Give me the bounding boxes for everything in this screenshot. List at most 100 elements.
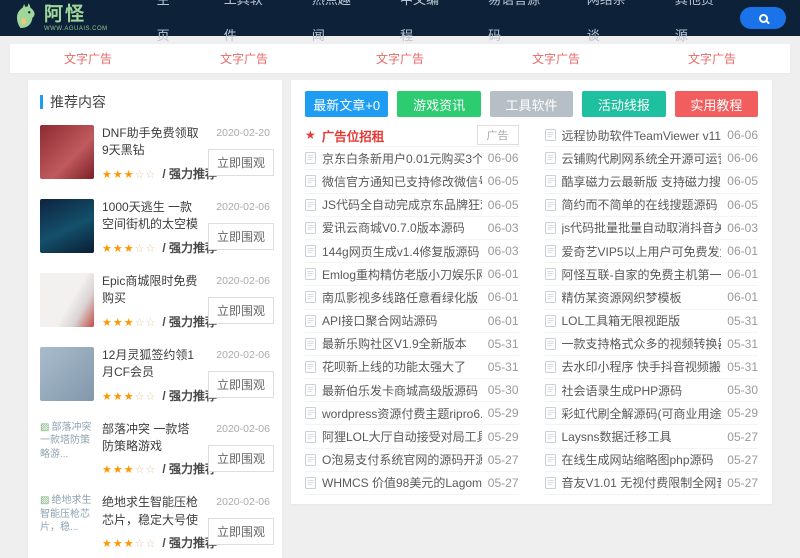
article-title[interactable]: 音友V1.01 无视付费限制全网音乐无损免费... — [562, 474, 722, 491]
item-title[interactable]: 部落冲突 一款塔防策略游戏 — [102, 421, 200, 456]
article-title[interactable]: 社会语录生成PHP源码 — [562, 382, 722, 399]
nav-menu-item[interactable]: 主页 — [134, 0, 201, 54]
article-title[interactable]: wordpress资源付费主题ripro6.7含美化包... — [322, 405, 482, 422]
article-title[interactable]: 彩虹代刷全解源码(可商业用途 防黑) — [562, 405, 722, 422]
nav-menu-item[interactable]: 其他资源 — [652, 0, 740, 54]
article-title[interactable]: 酷享磁力云最新版 支持磁力搜索下载和一... — [562, 173, 722, 190]
recommended-item[interactable]: 部落冲突 一款塔防策略游戏 ★★★☆☆ / 强力推荐 2020-02-06 立即… — [40, 412, 275, 486]
recommended-item[interactable]: 12月灵狐签约领1月CF会员 ★★★☆☆ / 强力推荐 2020-02-06 立… — [40, 338, 275, 412]
article-title[interactable]: 阿怪互联-自家的免费主机第一批正式开启 — [562, 266, 722, 283]
article-row[interactable]: JS代码全自动完成京东品牌狂欢城活动任务 06-05 — [305, 194, 519, 217]
item-title[interactable]: 1000天逃生 一款空间街机的太空模拟经营游戏 — [102, 199, 200, 234]
item-title[interactable]: DNF助手免费领取9天黑钻 — [102, 125, 200, 160]
article-row[interactable]: 一款支持格式众多的视频转换器 05-31 — [544, 333, 758, 356]
text-ad-link[interactable]: 文字广告 — [532, 50, 580, 67]
article-row[interactable]: 微信官方通知已支持修改微信号 06-05 — [305, 170, 519, 194]
article-title[interactable]: 云铺购代刷网系统全开源可运营程序搭建 — [562, 150, 722, 167]
category-button[interactable]: 工具软件 — [489, 91, 574, 117]
article-row[interactable]: O泡易支付系统官网的源码开源 05-27 — [305, 449, 519, 472]
text-ad-link[interactable]: 文字广告 — [64, 50, 112, 67]
ad-slot-label[interactable]: 广告位招租 — [322, 126, 471, 145]
article-row[interactable]: 最新伯乐发卡商城高级版源码 无后门 05-30 — [305, 379, 519, 403]
recommended-item[interactable]: 绝地求生智能压枪芯片，稳定大号使用，永久免费 ★★★☆☆ / 强力推荐 2020… — [40, 485, 275, 558]
article-title[interactable]: js代码批量批量自动取消抖音关注 — [562, 219, 722, 236]
article-row[interactable]: 爱奇艺VIP5以上用户可免费发爱奇艺VIP红包 06-01 — [544, 240, 758, 264]
article-row[interactable]: WHMCS 价值98美元的Lagom模板开源 05-27 — [305, 472, 519, 495]
category-button[interactable]: 最新文章+0 — [305, 91, 389, 117]
category-button[interactable]: 游戏资讯 — [397, 91, 481, 117]
article-title[interactable]: 144g网页生成v1.4修复版源码 — [322, 243, 482, 260]
item-title[interactable]: Epic商城限时免费购买《SUPERHOT》游戏 — [102, 273, 200, 308]
article-row[interactable]: 云铺购代刷网系统全开源可运营程序搭建 06-06 — [544, 147, 758, 171]
item-title[interactable]: 12月灵狐签约领1月CF会员 — [102, 347, 200, 382]
article-row[interactable]: 花呗新上线的功能太强大了 05-31 — [305, 356, 519, 380]
article-title[interactable]: 阿狸LOL大厅自动接受对局工具 — [322, 428, 482, 445]
article-title[interactable]: API接口聚合网站源码 — [322, 312, 482, 329]
article-row[interactable]: 在线生成网站缩略图php源码 05-27 — [544, 449, 758, 472]
article-row[interactable]: 爱讯云商城V0.7.0版本源码 06-03 — [305, 217, 519, 240]
category-button[interactable]: 实用教程 — [674, 91, 759, 117]
article-row[interactable]: 音友V1.01 无视付费限制全网音乐无损免费... 05-27 — [544, 472, 758, 495]
search-button[interactable] — [740, 7, 786, 29]
nav-menu-item[interactable]: 工具软件 — [201, 0, 289, 54]
recommended-item[interactable]: 1000天逃生 一款空间街机的太空模拟经营游戏 ★★★☆☆ / 强力推荐 202… — [40, 190, 275, 264]
article-row[interactable]: 简约而不简单的在线搜题源码 06-05 — [544, 194, 758, 217]
article-title[interactable]: 爱奇艺VIP5以上用户可免费发爱奇艺VIP红包 — [562, 243, 722, 260]
article-title[interactable]: 远程协助软件TeamViewer v11 单文件版 — [562, 127, 722, 144]
category-button[interactable]: 活动线报 — [582, 91, 666, 117]
article-row[interactable]: 酷享磁力云最新版 支持磁力搜索下载和一... 06-05 — [544, 170, 758, 194]
view-now-button[interactable]: 立即围观 — [208, 444, 275, 472]
article-title[interactable]: 微信官方通知已支持修改微信号 — [322, 173, 482, 190]
article-title[interactable]: Laysns数据迁移工具 — [562, 428, 722, 445]
item-title[interactable]: 绝地求生智能压枪芯片，稳定大号使用，永久免费 — [102, 494, 200, 529]
article-title[interactable]: 最新伯乐发卡商城高级版源码 无后门 — [322, 382, 482, 399]
nav-menu-item[interactable]: 网络杂谈 — [564, 0, 652, 54]
view-now-button[interactable]: 立即围观 — [208, 370, 275, 398]
article-row[interactable]: 阿怪互联-自家的免费主机第一批正式开启 06-01 — [544, 263, 758, 287]
text-ad-link[interactable]: 文字广告 — [688, 50, 736, 67]
nav-menu-item[interactable]: 易语言源码 — [465, 0, 564, 54]
article-title[interactable]: 精仿某资源网织梦模板 — [562, 289, 722, 306]
nav-menu-item[interactable]: 中文编程 — [377, 0, 465, 54]
article-row[interactable]: 京东白条新用户0.01元购买3个月爱奇艺黄... 06-06 — [305, 147, 519, 171]
article-row[interactable]: LOL工具箱无限视距版 05-31 — [544, 310, 758, 333]
article-title[interactable]: 简约而不简单的在线搜题源码 — [562, 196, 722, 213]
article-title[interactable]: 在线生成网站缩略图php源码 — [562, 451, 722, 468]
article-title[interactable]: 最新乐购社区V1.9全新版本 — [322, 335, 482, 352]
article-title[interactable]: 爱讯云商城V0.7.0版本源码 — [322, 219, 482, 236]
recommended-item[interactable]: DNF助手免费领取9天黑钻 ★★★☆☆ / 强力推荐 2020-02-20 立即… — [40, 116, 275, 190]
nav-menu-item[interactable]: 热点趣闻 — [289, 0, 377, 54]
article-row[interactable]: Emlog重构精仿老版小刀娱乐网HFoldao模... 06-01 — [305, 263, 519, 287]
ad-slot-row[interactable]: ★ 广告位招租 广告 — [305, 124, 519, 148]
article-title[interactable]: 京东白条新用户0.01元购买3个月爱奇艺黄... — [322, 150, 482, 167]
article-row[interactable]: 社会语录生成PHP源码 05-30 — [544, 379, 758, 403]
article-row[interactable]: js代码批量批量自动取消抖音关注 06-03 — [544, 217, 758, 240]
article-title[interactable]: 去水印小程序 快手抖音视频搬运工上热门... — [562, 358, 722, 375]
article-title[interactable]: JS代码全自动完成京东品牌狂欢城活动任务 — [322, 196, 482, 213]
text-ad-link[interactable]: 文字广告 — [376, 50, 424, 67]
article-row[interactable]: 远程协助软件TeamViewer v11 单文件版 06-06 — [544, 124, 758, 148]
view-now-button[interactable]: 立即围观 — [208, 296, 275, 324]
article-row[interactable]: 精仿某资源网织梦模板 06-01 — [544, 286, 758, 310]
article-title[interactable]: 南瓜影视多线路任意看绿化版 — [322, 289, 482, 306]
article-row[interactable]: 144g网页生成v1.4修复版源码 06-03 — [305, 240, 519, 264]
article-row[interactable]: 去水印小程序 快手抖音视频搬运工上热门... 05-31 — [544, 356, 758, 380]
view-now-button[interactable]: 立即围观 — [208, 222, 275, 250]
article-title[interactable]: 花呗新上线的功能太强大了 — [322, 358, 482, 375]
view-now-button[interactable]: 立即围观 — [208, 149, 275, 176]
site-logo[interactable]: 阿怪 WWW.AGUAIS.COM — [14, 2, 108, 35]
recommended-item[interactable]: Epic商城限时免费购买《SUPERHOT》游戏 ★★★☆☆ / 强力推荐 20… — [40, 264, 275, 338]
text-ad-link[interactable]: 文字广告 — [220, 50, 268, 67]
article-title[interactable]: LOL工具箱无限视距版 — [562, 312, 722, 329]
article-title[interactable]: Emlog重构精仿老版小刀娱乐网HFoldao模... — [322, 266, 482, 283]
article-row[interactable]: 阿狸LOL大厅自动接受对局工具 05-29 — [305, 425, 519, 449]
article-row[interactable]: 最新乐购社区V1.9全新版本 05-31 — [305, 333, 519, 356]
article-row[interactable]: 南瓜影视多线路任意看绿化版 06-01 — [305, 286, 519, 310]
view-now-button[interactable]: 立即围观 — [208, 518, 275, 546]
article-row[interactable]: API接口聚合网站源码 06-01 — [305, 310, 519, 333]
article-title[interactable]: 一款支持格式众多的视频转换器 — [562, 335, 722, 352]
article-row[interactable]: Laysns数据迁移工具 05-27 — [544, 425, 758, 449]
article-row[interactable]: wordpress资源付费主题ripro6.7含美化包... 05-29 — [305, 402, 519, 426]
article-title[interactable]: O泡易支付系统官网的源码开源 — [322, 451, 482, 468]
article-row[interactable]: 彩虹代刷全解源码(可商业用途 防黑) 05-29 — [544, 402, 758, 426]
